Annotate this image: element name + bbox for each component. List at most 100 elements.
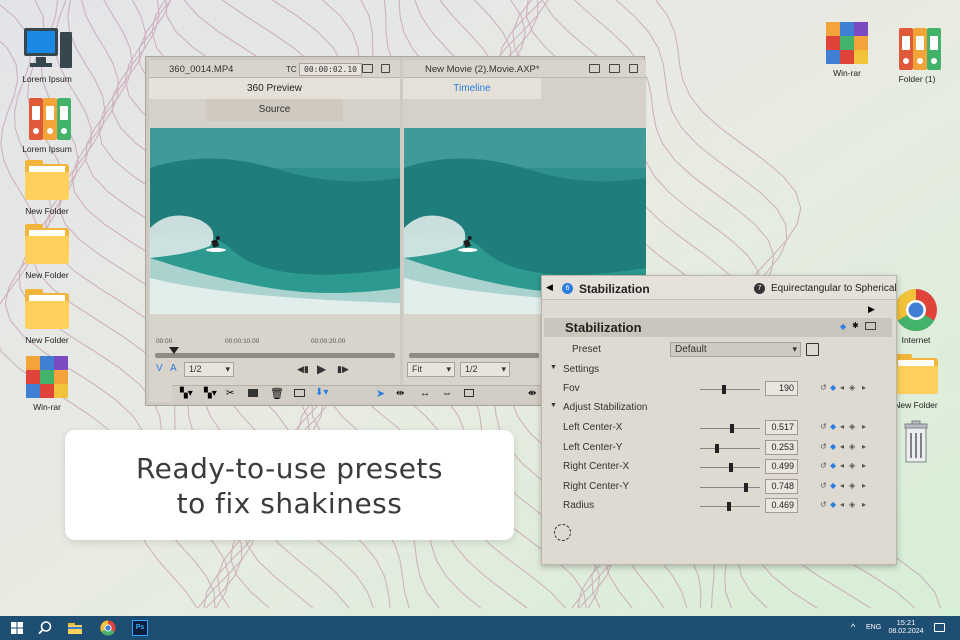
prev-frame-icon[interactable]: ◀▮ xyxy=(297,364,309,375)
param-slider[interactable] xyxy=(700,482,760,492)
prev-keyframe-icon[interactable]: ◂ xyxy=(840,461,844,470)
param-slider[interactable] xyxy=(700,502,760,511)
desktop-icon-winrar[interactable]: Win-rar xyxy=(13,354,81,412)
source-scrubber[interactable] xyxy=(155,353,395,358)
desktop-icon-new-folder[interactable]: New Folder xyxy=(13,222,81,280)
next-keyframe-icon[interactable]: ▸ xyxy=(862,481,866,490)
slider-thumb[interactable] xyxy=(722,385,727,394)
next-keyframe-icon[interactable]: ▸ xyxy=(862,383,866,392)
source-zoom-select[interactable]: 1/2 xyxy=(184,362,234,377)
start-button[interactable] xyxy=(8,619,26,637)
prev-keyframe-icon[interactable]: ◂ xyxy=(840,442,844,451)
desktop-icon-computer[interactable]: Lorem Ipsum xyxy=(13,26,81,84)
output-icon[interactable] xyxy=(362,64,373,73)
settings-group[interactable]: ▼ Settings xyxy=(542,361,896,379)
link-icon[interactable]: ✱ xyxy=(852,321,859,330)
pointer-icon[interactable]: ➤ xyxy=(376,387,385,400)
param-slider[interactable] xyxy=(700,443,760,453)
next-keyframe-icon[interactable]: ▸ xyxy=(862,422,866,431)
notification-icon[interactable] xyxy=(934,623,945,632)
ripple-icon[interactable]: ⇹ xyxy=(396,388,404,399)
add-keyframe-icon[interactable]: ◈ xyxy=(849,500,855,509)
slider-thumb[interactable] xyxy=(729,463,733,472)
reset-icon[interactable]: ↺ xyxy=(820,442,827,451)
next-effect-name[interactable]: Equirectangular to Spherical xyxy=(771,283,897,294)
keyframe-icon[interactable]: ◆ xyxy=(830,500,836,509)
collapse-arrow-icon[interactable]: ◀ xyxy=(546,282,553,293)
prev-keyframe-icon[interactable]: ◂ xyxy=(840,422,844,431)
param-slider[interactable] xyxy=(700,463,760,472)
keyframe-icon[interactable]: ◆ xyxy=(830,383,836,392)
prev-keyframe-icon[interactable]: ◂ xyxy=(840,481,844,490)
timeline-scrubber[interactable] xyxy=(409,353,539,358)
clock-date[interactable]: 08.02.2024 xyxy=(886,628,926,635)
file-explorer-button[interactable] xyxy=(66,619,84,637)
image-icon[interactable] xyxy=(865,322,876,330)
slide-icon[interactable]: ↔ xyxy=(420,388,430,399)
add-keyframe-icon[interactable]: ◈ xyxy=(849,383,855,392)
clock-time[interactable]: 15:21 xyxy=(894,618,918,627)
prev-keyframe-icon[interactable]: ◂ xyxy=(840,383,844,392)
chrome-button[interactable] xyxy=(99,619,117,637)
tray-chevron-icon[interactable]: ^ xyxy=(851,622,855,632)
slider-thumb[interactable] xyxy=(714,443,719,453)
param-value[interactable]: 0.499 xyxy=(765,459,798,474)
clip-icon[interactable] xyxy=(248,389,258,397)
preset-select[interactable]: Default xyxy=(670,342,801,357)
tab-360-preview[interactable]: 360 Preview xyxy=(149,78,400,99)
split-icon[interactable]: ✂ xyxy=(226,388,234,399)
window-icon[interactable] xyxy=(609,64,620,73)
add-keyframe-icon[interactable]: ◈ xyxy=(849,461,855,470)
search-button[interactable] xyxy=(36,619,54,637)
output-icon[interactable] xyxy=(589,64,600,73)
camera-icon[interactable] xyxy=(294,389,305,397)
keyframe-icon[interactable]: ◆ xyxy=(830,422,836,431)
desktop-icon-winrar[interactable]: Win-rar xyxy=(813,20,881,78)
timeline-zoom-select[interactable]: 1/2 xyxy=(460,362,510,377)
slider-thumb[interactable] xyxy=(743,482,748,492)
param-value[interactable]: 0.517 xyxy=(765,420,798,435)
adjust-group[interactable]: ▼ Adjust Stabilization xyxy=(542,399,896,417)
marker-icon[interactable]: ⬇▾ xyxy=(315,387,328,398)
next-frame-icon[interactable]: ▮▶ xyxy=(337,364,349,375)
delete-icon[interactable]: 🗑 xyxy=(270,387,284,400)
reset-icon[interactable]: ↺ xyxy=(820,481,827,490)
save-preset-icon[interactable] xyxy=(806,343,819,356)
next-keyframe-icon[interactable]: ▸ xyxy=(862,442,866,451)
source-timecode[interactable]: 00:00:02.10 xyxy=(299,63,362,76)
photoshop-button[interactable]: Ps xyxy=(131,619,149,637)
desktop-icon-binders[interactable]: Lorem Ipsum xyxy=(13,96,81,154)
reset-icon[interactable]: ↺ xyxy=(820,461,827,470)
window-icon[interactable] xyxy=(381,64,390,73)
add-keyframe-icon[interactable]: ◈ xyxy=(849,481,855,490)
reset-icon[interactable]: ↺ xyxy=(820,422,827,431)
expand-arrow-icon[interactable]: ▶ xyxy=(868,304,875,315)
prev-keyframe-icon[interactable]: ◂ xyxy=(840,500,844,509)
desktop-icon-new-folder[interactable]: New Folder xyxy=(13,158,81,216)
play-icon[interactable]: ▶ xyxy=(317,362,326,376)
slip-icon[interactable]: ⇔ xyxy=(442,388,452,399)
fit-select[interactable]: Fit xyxy=(407,362,455,377)
audio-track-toggle[interactable]: A xyxy=(170,363,177,374)
param-value[interactable]: 0.253 xyxy=(765,439,798,455)
desktop-icon-new-folder[interactable]: New Folder xyxy=(13,287,81,345)
slider-thumb[interactable] xyxy=(730,424,735,433)
fov-value[interactable]: 190 xyxy=(765,381,798,396)
mark-in-icon[interactable]: ▚▾ xyxy=(180,388,193,399)
reset-icon[interactable]: ↺ xyxy=(820,500,827,509)
param-slider[interactable] xyxy=(700,424,760,433)
mark-out-icon[interactable]: ▚▾ xyxy=(204,388,217,399)
add-keyframe-icon[interactable]: ◈ xyxy=(849,442,855,451)
slider-thumb[interactable] xyxy=(727,502,732,511)
next-keyframe-icon[interactable]: ▸ xyxy=(862,461,866,470)
param-value[interactable]: 0.469 xyxy=(765,498,798,513)
next-keyframe-icon[interactable]: ▸ xyxy=(862,500,866,509)
reset-icon[interactable]: ↺ xyxy=(820,383,827,392)
window-icon[interactable] xyxy=(629,64,638,73)
tab-timeline[interactable]: Timeline xyxy=(403,78,541,99)
keyframe-icon[interactable]: ◆ xyxy=(830,442,836,451)
keyframe-icon[interactable]: ◆ xyxy=(830,481,836,490)
video-track-toggle[interactable]: V xyxy=(156,363,163,374)
tab-source[interactable]: Source xyxy=(206,99,343,121)
stretch-icon[interactable] xyxy=(464,389,474,397)
